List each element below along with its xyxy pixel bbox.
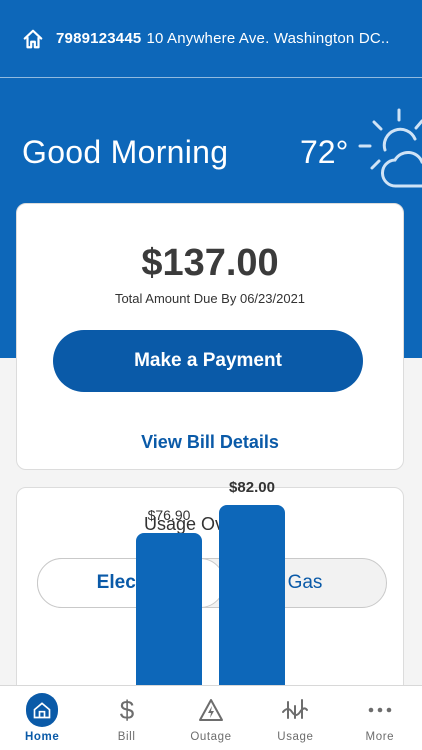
tab-label: Bill xyxy=(117,731,136,743)
greeting-text: Good Morning xyxy=(22,134,229,170)
bottom-tab-bar: Home $ Bill Outage Usage More xyxy=(0,685,422,750)
home-icon xyxy=(26,693,59,727)
account-number: 7989123445 xyxy=(56,30,142,47)
tab-bill[interactable]: $ Bill xyxy=(84,686,168,750)
tab-label: More xyxy=(365,731,395,743)
svg-text:$: $ xyxy=(119,696,134,724)
temperature: 72° xyxy=(300,134,349,170)
amount-due: $137.00 xyxy=(141,242,279,284)
view-bill-details-link[interactable]: View Bill Details xyxy=(17,432,403,453)
usage-meter-icon xyxy=(279,694,311,726)
more-dots-icon xyxy=(364,694,396,726)
bill-card: $137.00 Total Amount Due By 06/23/2021 M… xyxy=(16,203,404,470)
outage-warning-icon xyxy=(195,694,227,726)
usage-bar-label: $76.90 xyxy=(147,506,191,523)
tab-label: Outage xyxy=(190,731,232,743)
usage-bar-label: $82.00 xyxy=(229,478,275,496)
tab-more[interactable]: More xyxy=(338,686,422,750)
tab-home[interactable]: Home xyxy=(0,686,84,750)
account-info: 7989123445 10 Anywhere Ave. Washington DC… xyxy=(56,30,390,47)
tab-label: Usage xyxy=(277,731,314,743)
tab-label: Home xyxy=(25,731,60,743)
home-icon xyxy=(23,29,43,48)
account-address: 10 Anywhere Ave. Washington DC.. xyxy=(146,30,390,47)
usage-type-toggle[interactable]: Gas Electric xyxy=(37,558,387,608)
dollar-icon: $ xyxy=(111,694,143,726)
tab-outage[interactable]: Outage xyxy=(169,686,253,750)
account-bar[interactable]: 7989123445 10 Anywhere Ave. Washington DC… xyxy=(0,0,422,78)
tab-usage[interactable]: Usage xyxy=(253,686,337,750)
due-date-text: Total Amount Due By 06/23/2021 xyxy=(114,291,306,306)
make-payment-button[interactable]: Make a Payment xyxy=(53,330,363,392)
partly-cloudy-icon xyxy=(358,108,422,188)
